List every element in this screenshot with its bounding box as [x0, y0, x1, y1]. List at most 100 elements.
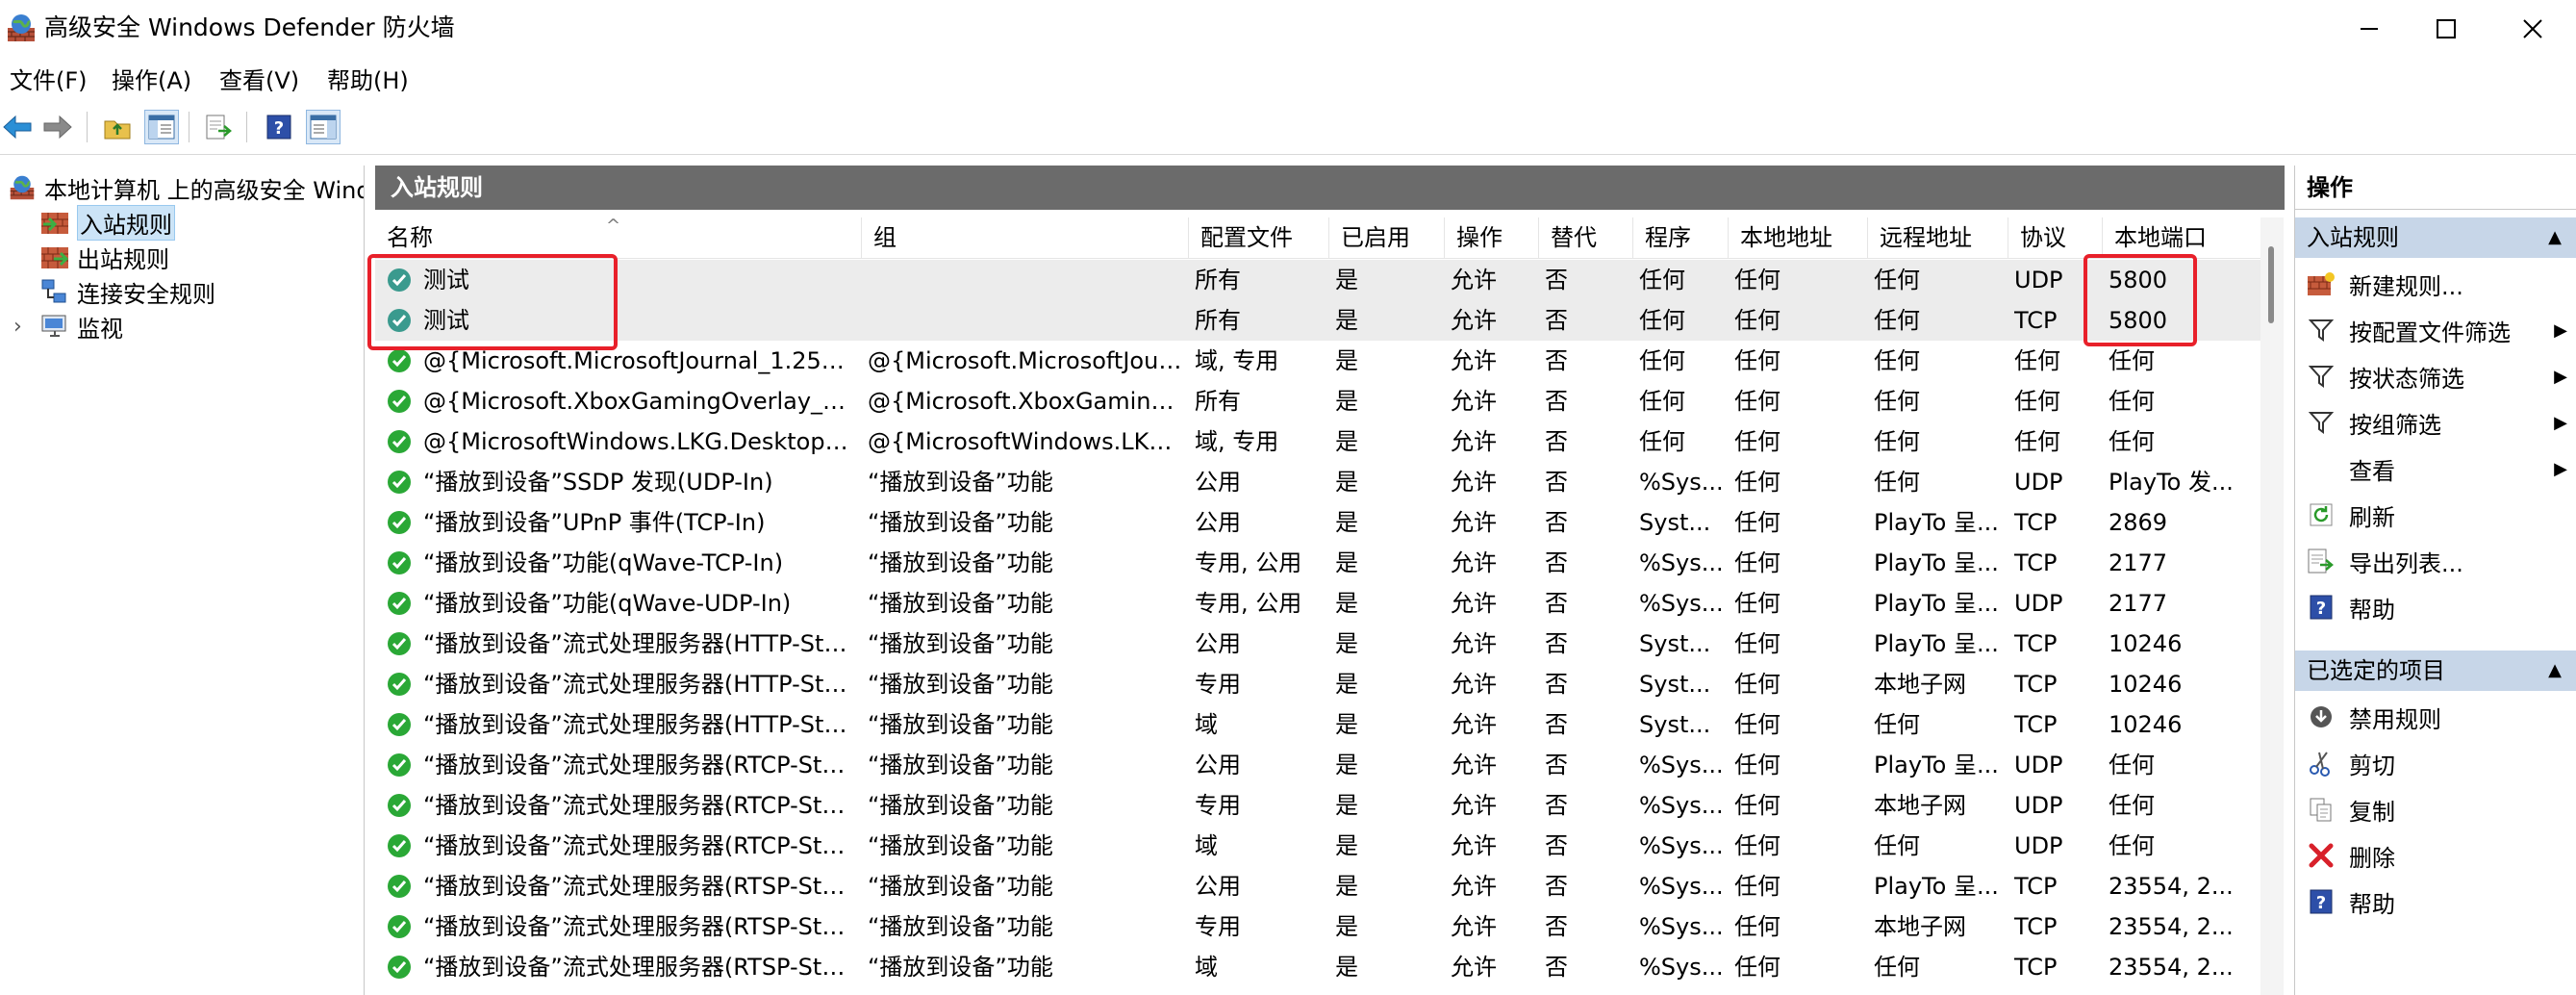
show-hide-console-tree-button[interactable]	[144, 110, 179, 144]
col-remote-address[interactable]: 远程地址	[1867, 217, 2008, 258]
table-row[interactable]: “播放到设备”流式处理服务器(RTCP-Stre... “播放到设备”功能 域 是 允许…	[375, 826, 2260, 866]
inbound-rules-icon	[41, 213, 68, 234]
firewall-globe-icon	[10, 175, 35, 200]
action-cut[interactable]: 剪切	[2295, 741, 2576, 785]
cell-local-port: 10246	[2109, 711, 2183, 738]
cut-icon	[2310, 752, 2330, 777]
action-copy[interactable]: 复制	[2295, 787, 2576, 831]
cell-protocol: TCP	[2014, 671, 2058, 698]
allowed-rule-icon	[388, 753, 411, 777]
table-row[interactable]: “播放到设备”流式处理服务器(HTTP-Stre... “播放到设备”功能 域 是 允许…	[375, 704, 2260, 745]
cell-override: 否	[1545, 509, 1568, 536]
tree-item-outbound-rules[interactable]: 出站规则	[40, 241, 169, 273]
col-group[interactable]: 组	[861, 217, 1188, 258]
up-folder-button[interactable]	[100, 110, 135, 144]
cell-override: 否	[1545, 347, 1568, 374]
action-refresh[interactable]: 刷新	[2295, 493, 2576, 537]
action-filter-by-group[interactable]: 按组筛选 ▶	[2295, 400, 2576, 445]
table-row[interactable]: @{Microsoft.XboxGamingOverlay_2.62... @{M…	[375, 381, 2260, 421]
monitoring-expander-icon[interactable]: ›	[13, 310, 22, 343]
action-help[interactable]: ? 帮助	[2295, 585, 2576, 629]
submenu-arrow-icon: ▶	[2554, 412, 2567, 433]
col-program[interactable]: 程序	[1632, 217, 1728, 258]
action-help-selected[interactable]: ? 帮助	[2295, 880, 2576, 924]
cell-remote-address: 本地子网	[1874, 792, 1966, 819]
col-local-port[interactable]: 本地端口	[2102, 217, 2260, 258]
tree-item-connection-security-rules[interactable]: 连接安全规则	[40, 275, 215, 308]
col-profile[interactable]: 配置文件	[1188, 217, 1328, 258]
action-filter-by-state[interactable]: 按状态筛选 ▶	[2295, 354, 2576, 398]
col-protocol[interactable]: 协议	[2008, 217, 2102, 258]
action-export-list[interactable]: 导出列表...	[2295, 539, 2576, 583]
table-row[interactable]: 测试 所有是允许否任何 任何 任何 UDP 5800	[375, 260, 2260, 300]
window-title: 高级安全 Windows Defender 防火墙	[44, 13, 455, 41]
col-action[interactable]: 操作	[1444, 217, 1538, 258]
collapse-caret-icon[interactable]: ▲	[2548, 217, 2562, 258]
table-row[interactable]: “播放到设备”流式处理服务器(RTSP-Stre... “播放到设备”功能 域 是 允许…	[375, 947, 2260, 987]
help-button[interactable]: ?	[262, 110, 296, 144]
actions-section-selected-items[interactable]: 已选定的项目 ▲	[2295, 651, 2576, 691]
table-row[interactable]: @{Microsoft.MicrosoftJournal_1.25150....…	[375, 341, 2260, 381]
col-name[interactable]: 名称 ^	[375, 216, 861, 258]
cell-remote-address: 任何	[1874, 711, 1920, 738]
table-row[interactable]: 测试 所有是允许否任何 任何 任何 TCP 5800	[375, 300, 2260, 341]
cell-profile: 域, 专用	[1195, 428, 1279, 455]
cell-remote-address: PlayTo 呈...	[1874, 509, 1999, 536]
menu-action[interactable]: 操作(A)	[112, 64, 191, 98]
tree-item-inbound-rules[interactable]: 入站规则	[40, 204, 175, 241]
svg-text:?: ?	[274, 118, 284, 139]
cell-local-port: 10246	[2109, 630, 2183, 657]
cell-group: “播放到设备”功能	[868, 711, 1053, 738]
cell-name: “播放到设备”SSDP 发现(UDP-In)	[423, 469, 773, 496]
cell-action: 允许	[1451, 509, 1497, 536]
cell-local-address: 任何	[1734, 469, 1780, 496]
action-view[interactable]: 查看 ▶	[2295, 446, 2576, 491]
table-row[interactable]: “播放到设备”流式处理服务器(RTCP-Stre... “播放到设备”功能 公用 是 允…	[375, 745, 2260, 785]
cell-action: 允许	[1451, 630, 1497, 657]
menu-file[interactable]: 文件(F)	[10, 64, 88, 98]
action-disable-rule[interactable]: 禁用规则	[2295, 695, 2576, 739]
action-delete[interactable]: 删除	[2295, 833, 2576, 878]
menu-view[interactable]: 查看(V)	[219, 64, 299, 98]
menu-help[interactable]: 帮助(H)	[327, 64, 409, 98]
action-new-rule[interactable]: 新建规则...	[2295, 262, 2576, 306]
scrollbar-thumb[interactable]	[2268, 246, 2274, 323]
maximize-button[interactable]	[2403, 0, 2489, 58]
forward-button[interactable]	[40, 110, 75, 144]
cell-override: 否	[1545, 711, 1568, 738]
table-row[interactable]: “播放到设备”流式处理服务器(RTCP-Stre... “播放到设备”功能 专用 是 允…	[375, 785, 2260, 826]
table-row[interactable]: “播放到设备”流式处理服务器(HTTP-Stre... “播放到设备”功能 公用 是 允…	[375, 624, 2260, 664]
table-row[interactable]: @{MicrosoftWindows.LKG.DesktopSpot... @{M…	[375, 421, 2260, 462]
table-row[interactable]: “播放到设备”流式处理服务器(HTTP-Stre... “播放到设备”功能 专用 是 允…	[375, 664, 2260, 704]
minimize-button[interactable]	[2326, 0, 2412, 58]
cell-profile: 专用	[1195, 913, 1241, 940]
show-hide-action-pane-button[interactable]	[306, 110, 341, 144]
vertical-scrollbar[interactable]	[2260, 217, 2284, 995]
cell-group: “播放到设备”功能	[868, 954, 1053, 981]
col-enabled[interactable]: 已启用	[1328, 217, 1444, 258]
export-list-button[interactable]	[202, 110, 237, 144]
cell-group: “播放到设备”功能	[868, 873, 1053, 900]
table-row[interactable]: “播放到设备”UPnP 事件(TCP-In) “播放到设备”功能 公用 是 允许 否 Sys…	[375, 502, 2260, 543]
table-row[interactable]: “播放到设备”功能(qWave-UDP-In) “播放到设备”功能 专用, 公用 是 允…	[375, 583, 2260, 624]
table-row[interactable]: “播放到设备”功能(qWave-TCP-In) “播放到设备”功能 专用, 公用 是 允…	[375, 543, 2260, 583]
tree-item-monitoring[interactable]: 监视	[40, 310, 123, 343]
column-header-row: 名称 ^ 组 配置文件 已启用 操作 替代 程序 本地地址 远程地址 协议 本地…	[375, 216, 2260, 259]
allowed-rule-icon	[388, 592, 411, 615]
highlight-box-name	[367, 254, 618, 350]
table-row[interactable]: “播放到设备”流式处理服务器(RTSP-Stre... “播放到设备”功能 公用 是 允…	[375, 866, 2260, 906]
tree-root[interactable]: 本地计算机 上的高级安全 Windows Defender 防火墙	[8, 171, 364, 204]
collapse-caret-icon[interactable]: ▲	[2548, 651, 2562, 691]
col-override[interactable]: 替代	[1538, 217, 1632, 258]
cell-enabled: 是	[1335, 590, 1358, 617]
cell-group: @{MicrosoftWindows.LKG....	[868, 428, 1185, 455]
col-local-address[interactable]: 本地地址	[1728, 217, 1867, 258]
actions-section-inbound-rules[interactable]: 入站规则 ▲	[2295, 217, 2576, 258]
cell-protocol: TCP	[2014, 873, 2058, 900]
close-button[interactable]	[2489, 0, 2576, 58]
table-row[interactable]: “播放到设备”SSDP 发现(UDP-In) “播放到设备”功能 公用 是 允许 否 %Sy…	[375, 462, 2260, 502]
back-button[interactable]	[0, 110, 35, 144]
table-row[interactable]: “播放到设备”流式处理服务器(RTSP-Stre... “播放到设备”功能 专用 是 允…	[375, 906, 2260, 947]
action-filter-by-profile[interactable]: 按配置文件筛选 ▶	[2295, 308, 2576, 352]
cell-enabled: 是	[1335, 267, 1358, 293]
